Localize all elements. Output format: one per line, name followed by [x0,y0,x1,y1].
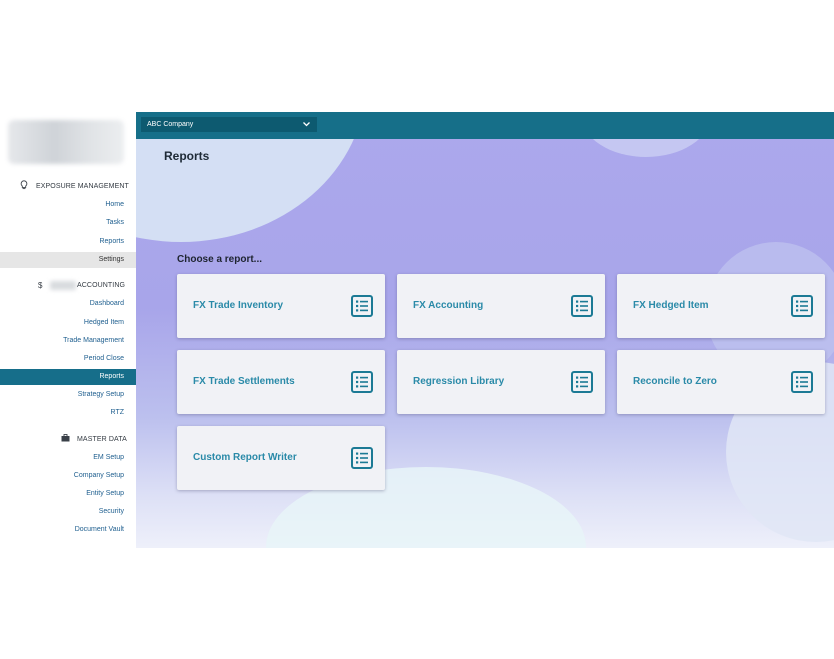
report-card-custom-report-writer[interactable]: Custom Report Writer [177,426,385,490]
briefcase-icon [61,434,70,444]
report-list-icon [351,371,373,393]
report-card-regression-library[interactable]: Regression Library [397,350,605,414]
report-card-label: Reconcile to Zero [633,376,717,387]
report-card-fx-trade-inventory[interactable]: FX Trade Inventory [177,274,385,338]
report-list-icon [351,295,373,317]
sidebar: EXPOSURE MANAGEMENT Home Tasks Reports S… [0,112,136,548]
report-card-label: FX Hedged Item [633,300,709,311]
section-title: EXPOSURE MANAGEMENT [36,182,129,190]
company-select-value: ABC Company [147,121,194,128]
section-exposure-management: EXPOSURE MANAGEMENT [0,178,136,194]
company-select[interactable]: ABC Company [141,117,317,132]
sidebar-item-home[interactable]: Home [0,198,136,212]
report-list-icon [571,295,593,317]
sidebar-item-security[interactable]: Security [0,505,136,519]
sidebar-item-document-vault[interactable]: Document Vault [0,523,136,537]
sidebar-item-entity-setup[interactable]: Entity Setup [0,487,136,501]
report-card-label: FX Trade Inventory [193,300,284,311]
report-card-label: FX Trade Settlements [193,376,295,387]
sidebar-item-hedged-item[interactable]: Hedged Item [0,316,136,330]
section-title: ACCOUNTING [77,281,126,289]
sidebar-item-tasks[interactable]: Tasks [0,216,136,230]
main-content: ABC Company Reports Choose a report... F… [136,112,834,548]
choose-report-prompt: Choose a report... [177,254,263,265]
chevron-down-icon [302,117,311,137]
page-title: Reports [164,149,210,163]
top-bar: ABC Company [136,112,834,139]
report-card-fx-hedged-item[interactable]: FX Hedged Item [617,274,825,338]
sidebar-item-accounting-reports[interactable]: Reports [0,369,136,385]
report-card-label: FX Accounting [413,300,484,311]
report-card-fx-trade-settlements[interactable]: FX Trade Settlements [177,350,385,414]
lightbulb-icon [20,180,28,192]
sidebar-item-company-setup[interactable]: Company Setup [0,469,136,483]
sidebar-item-settings[interactable]: Settings [0,252,136,268]
sidebar-item-trade-management[interactable]: Trade Management [0,334,136,348]
report-list-icon [791,295,813,317]
sidebar-item-rtz[interactable]: RTZ [0,406,136,420]
section-accounting: $ ACCOUNTING [0,277,136,293]
section-master-data: MASTER DATA [0,431,136,447]
dollar-icon: $ [38,280,43,290]
report-list-icon [351,447,373,469]
blurred-label [50,281,76,290]
section-title: MASTER DATA [77,435,127,443]
report-card-label: Regression Library [413,376,505,387]
report-card-reconcile-to-zero[interactable]: Reconcile to Zero [617,350,825,414]
sidebar-item-strategy-setup[interactable]: Strategy Setup [0,388,136,402]
sidebar-item-dashboard[interactable]: Dashboard [0,297,136,311]
sidebar-item-em-setup[interactable]: EM Setup [0,451,136,465]
sidebar-item-period-close[interactable]: Period Close [0,352,136,366]
report-list-icon [571,371,593,393]
report-card-fx-accounting[interactable]: FX Accounting [397,274,605,338]
sidebar-item-reports[interactable]: Reports [0,235,136,249]
report-card-label: Custom Report Writer [193,452,297,463]
company-logo [8,120,124,164]
report-list-icon [791,371,813,393]
